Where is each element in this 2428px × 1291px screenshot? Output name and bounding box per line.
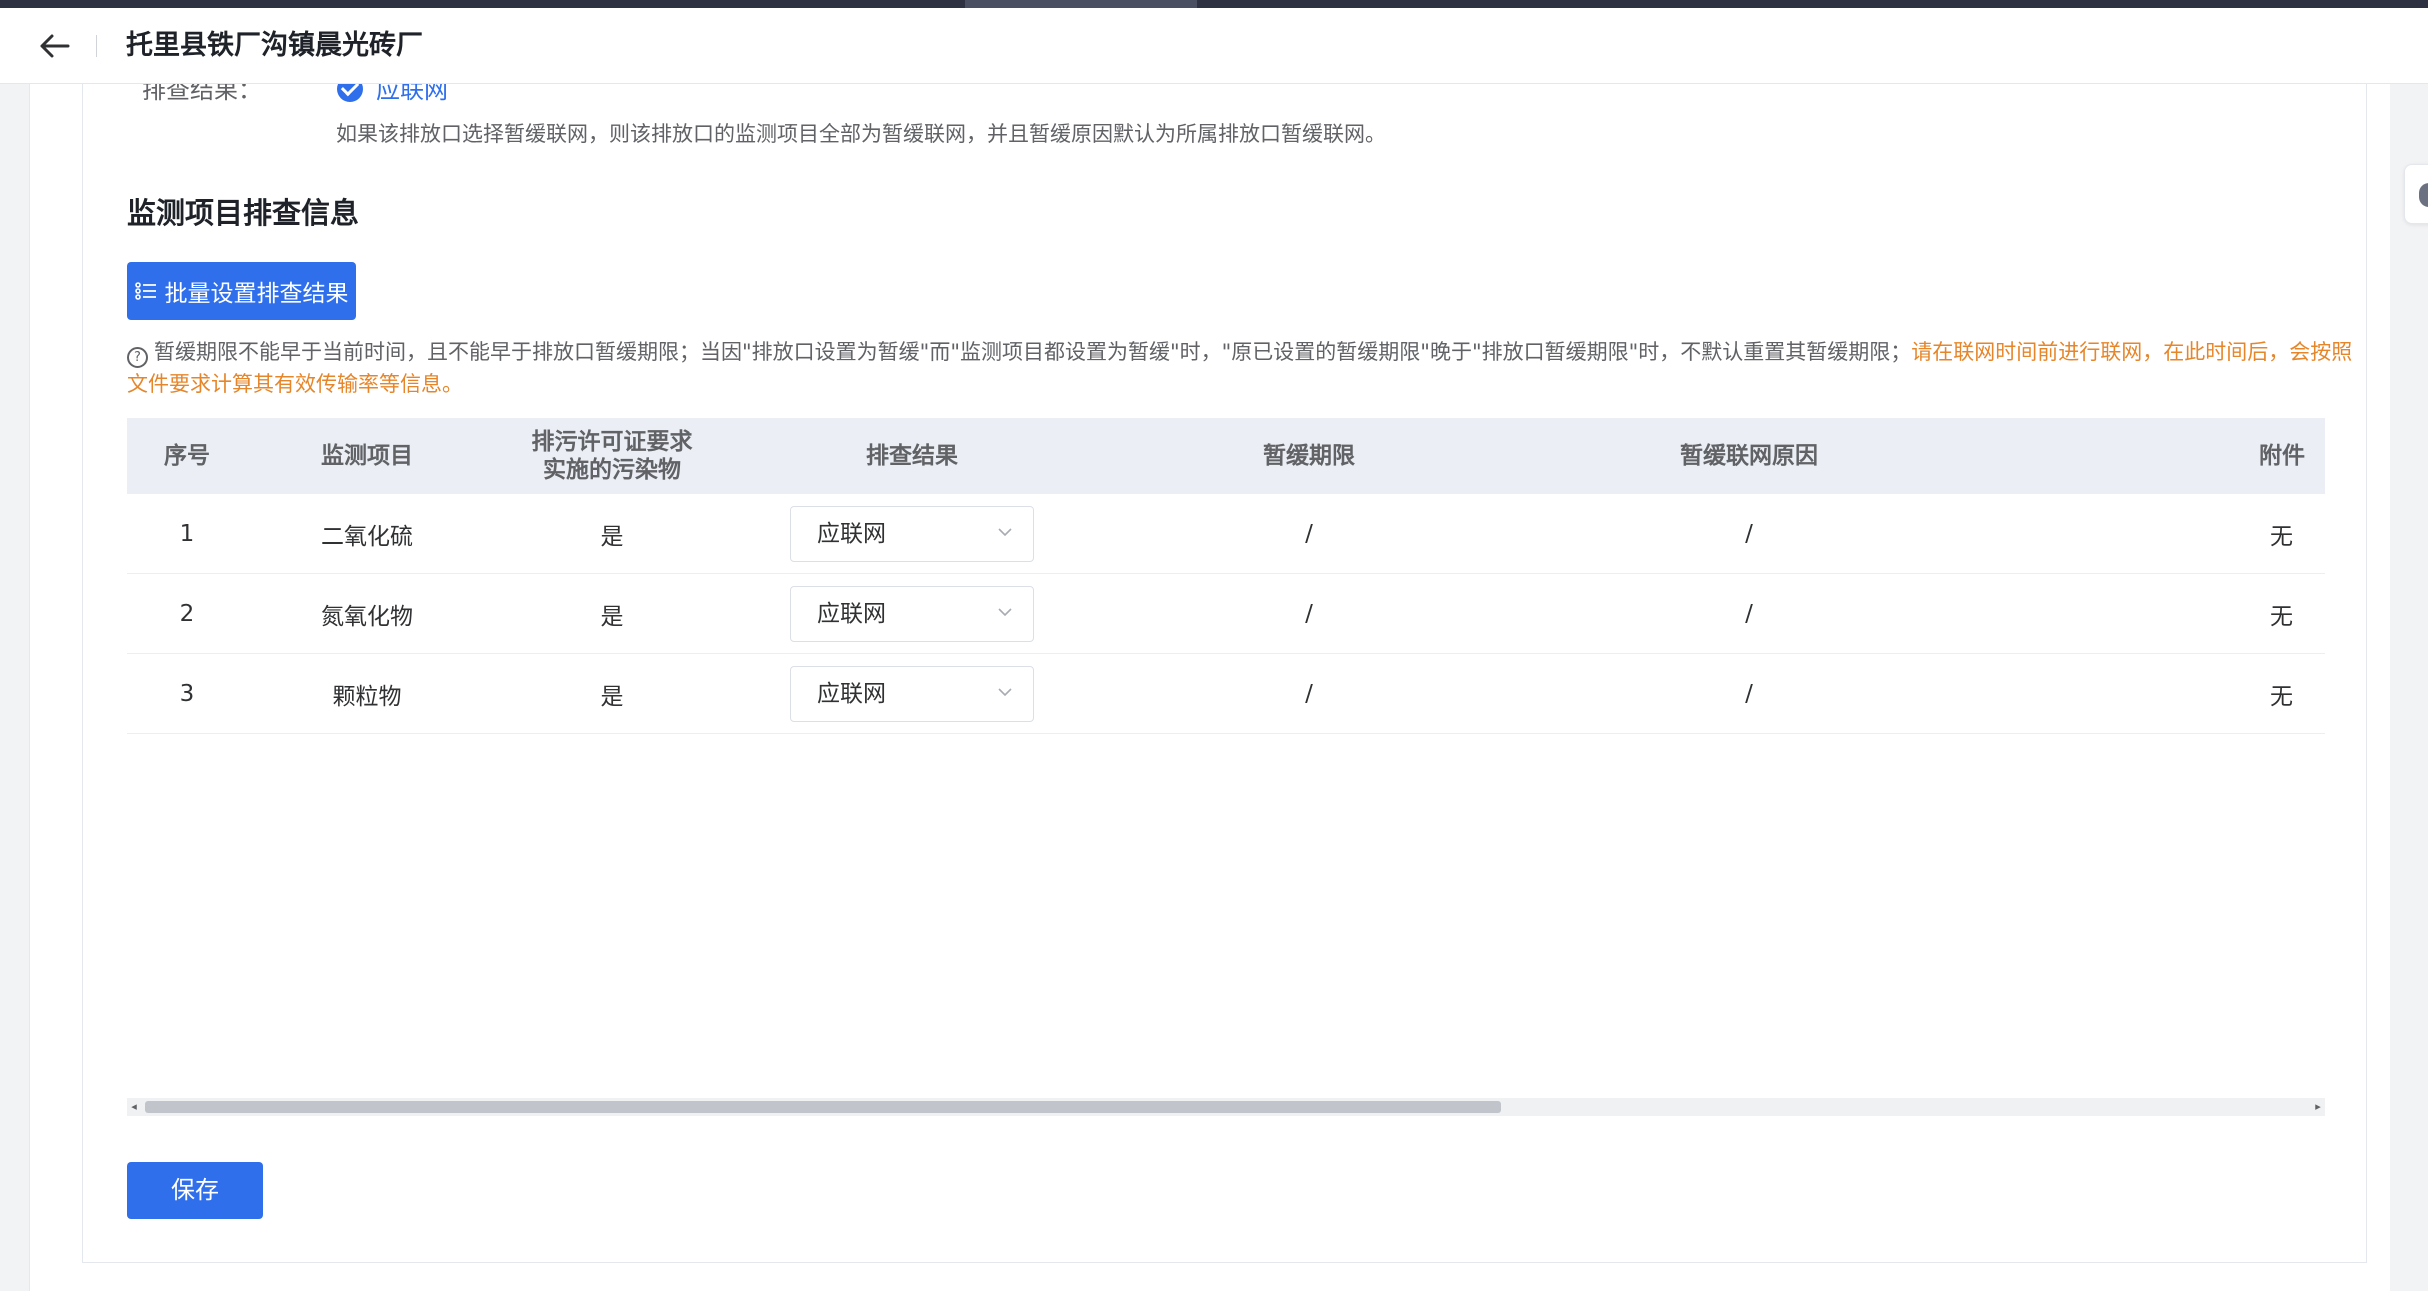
back-button[interactable] bbox=[34, 28, 74, 64]
previous-result-label: 排查结果： bbox=[142, 84, 262, 104]
cell-required: 是 bbox=[487, 494, 737, 574]
result-select-value: 应联网 bbox=[817, 680, 886, 707]
scrollbar-thumb[interactable] bbox=[145, 1101, 1501, 1113]
main-panel: 排查结果： 应联网 如果该排放口选择暂缓联网，则该排放口的监测项目全部为暂缓联网… bbox=[30, 84, 2390, 1291]
result-select[interactable]: 应联网 bbox=[790, 585, 1034, 642]
header-divider bbox=[96, 35, 97, 57]
column-header-deadline: 暂缓期限 bbox=[1087, 418, 1531, 494]
cell-reason: / bbox=[1531, 494, 1967, 574]
cell-deadline: / bbox=[1087, 653, 1531, 734]
active-tab-indicator bbox=[965, 0, 1197, 8]
scroll-left-arrow-icon[interactable]: ◂ bbox=[127, 1098, 141, 1116]
previous-result-value[interactable]: 应联网 bbox=[376, 84, 448, 105]
cell-item: 氮氧化物 bbox=[247, 573, 487, 654]
column-header-result: 排查结果 bbox=[737, 418, 1087, 494]
page-header: 托里县铁厂沟镇晨光砖厂 bbox=[0, 8, 2428, 84]
table-row: 2 氮氧化物 是 应联网 / / 无 bbox=[127, 573, 2325, 654]
table-row: 1 二氧化硫 是 应联网 / / 无 bbox=[127, 494, 2325, 574]
cell-reason: / bbox=[1531, 653, 1967, 734]
cell-result: 应联网 bbox=[737, 573, 1087, 654]
cell-required: 是 bbox=[487, 573, 737, 654]
chevron-down-icon bbox=[998, 607, 1012, 616]
horizontal-scrollbar[interactable]: ◂ ▸ bbox=[127, 1098, 2325, 1116]
back-arrow-icon bbox=[40, 34, 70, 58]
result-select-value: 应联网 bbox=[817, 600, 886, 627]
chevron-down-icon bbox=[998, 527, 1012, 536]
column-header-required: 排污许可证要求实施的污染物 bbox=[487, 418, 737, 494]
cell-deadline: / bbox=[1087, 573, 1531, 654]
cell-deadline: / bbox=[1087, 494, 1531, 574]
cell-attachment: 无 bbox=[1967, 653, 2325, 734]
column-header-required-label: 排污许可证要求实施的污染物 bbox=[531, 429, 693, 483]
table-header-row: 序号 监测项目 排污许可证要求实施的污染物 排查结果 暂缓期限 暂缓联网原因 附… bbox=[127, 418, 2325, 494]
save-button[interactable]: 保存 bbox=[127, 1162, 263, 1219]
cell-required: 是 bbox=[487, 653, 737, 734]
result-select-value: 应联网 bbox=[817, 520, 886, 547]
column-header-item: 监测项目 bbox=[247, 418, 487, 494]
left-rail bbox=[0, 84, 30, 1291]
handle-icon bbox=[2419, 183, 2428, 207]
cell-result: 应联网 bbox=[737, 494, 1087, 574]
side-panel-handle[interactable] bbox=[2404, 164, 2428, 224]
cell-attachment: 无 bbox=[1967, 573, 2325, 654]
result-select[interactable]: 应联网 bbox=[790, 505, 1034, 562]
help-circle-icon: ? bbox=[127, 347, 148, 368]
cell-result: 应联网 bbox=[737, 653, 1087, 734]
cell-reason: / bbox=[1531, 573, 1967, 654]
table-row: 3 颗粒物 是 应联网 / / 无 bbox=[127, 653, 2325, 734]
cell-attachment: 无 bbox=[1967, 494, 2325, 574]
monitoring-items-table: 序号 监测项目 排污许可证要求实施的污染物 排查结果 暂缓期限 暂缓联网原因 附… bbox=[127, 418, 2325, 734]
column-header-reason: 暂缓联网原因 bbox=[1531, 418, 1967, 494]
previous-result-hint: 如果该排放口选择暂缓联网，则该排放口的监测项目全部为暂缓联网，并且暂缓原因默认为… bbox=[336, 122, 1386, 146]
section-title: 监测项目排查信息 bbox=[127, 196, 360, 230]
cell-index: 2 bbox=[127, 573, 247, 654]
batch-set-result-label: 批量设置排查结果 bbox=[164, 281, 349, 307]
column-header-attachment: 附件 bbox=[1967, 418, 2325, 494]
result-select[interactable]: 应联网 bbox=[790, 665, 1034, 722]
cell-item: 二氧化硫 bbox=[247, 494, 487, 574]
column-header-attachment-label: 附件 bbox=[2259, 443, 2305, 469]
batch-set-result-button[interactable]: 批量设置排查结果 bbox=[127, 262, 356, 320]
scroll-right-arrow-icon[interactable]: ▸ bbox=[2311, 1098, 2325, 1116]
cell-item: 颗粒物 bbox=[247, 653, 487, 734]
notice-text: ? 暂缓期限不能早于当前时间，且不能早于排放口暂缓期限；当因"排放口设置为暂缓"而… bbox=[127, 336, 2367, 400]
cell-index: 3 bbox=[127, 653, 247, 734]
browser-top-strip bbox=[0, 0, 2428, 8]
column-header-index: 序号 bbox=[127, 418, 247, 494]
list-icon bbox=[134, 281, 157, 301]
notice-main: 暂缓期限不能早于当前时间，且不能早于排放口暂缓期限；当因"排放口设置为暂缓"而"… bbox=[154, 340, 1912, 364]
page-title: 托里县铁厂沟镇晨光砖厂 bbox=[126, 30, 423, 61]
chevron-down-icon bbox=[998, 687, 1012, 696]
cell-index: 1 bbox=[127, 494, 247, 574]
